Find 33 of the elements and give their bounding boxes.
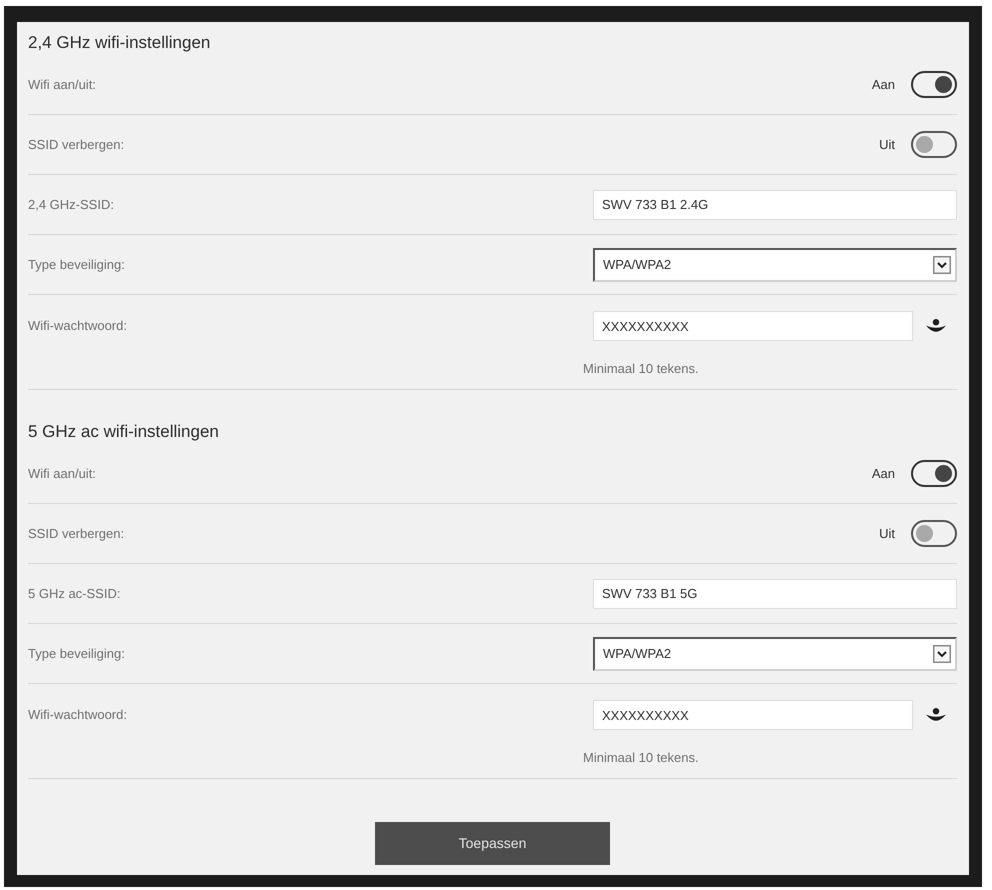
state-label: Uit bbox=[879, 524, 895, 543]
setting-label: Type beveiliging: bbox=[28, 644, 125, 663]
setting-label: SSID verbergen: bbox=[28, 136, 124, 154]
security-select[interactable]: WPA/WPA2 bbox=[593, 636, 957, 670]
state-label: Uit bbox=[879, 136, 895, 154]
hint-text: Minimaal 10 tekens. bbox=[583, 360, 700, 378]
toggle-switch[interactable] bbox=[911, 520, 957, 547]
setting-label: Wifi-wachtwoord: bbox=[28, 317, 127, 336]
state-label: Aan bbox=[872, 464, 895, 483]
hint-text: Minimaal 10 tekens. bbox=[583, 749, 700, 768]
toggle-switch[interactable] bbox=[911, 131, 957, 158]
toggle-switch[interactable] bbox=[911, 71, 957, 98]
setting-label: 5 GHz ac-SSID: bbox=[28, 584, 120, 603]
setting-label: Wifi-wachtwoord: bbox=[28, 706, 127, 724]
state-label: Aan bbox=[872, 76, 895, 94]
password-field[interactable]: XXXXXXXXXX bbox=[593, 700, 913, 730]
apply-button[interactable]: Toepassen bbox=[375, 822, 610, 865]
password-field[interactable]: XXXXXXXXXX bbox=[593, 311, 913, 341]
setting-label: Wifi aan/uit: bbox=[28, 76, 96, 94]
caret-icon bbox=[933, 644, 951, 662]
setting-label: Type beveiliging: bbox=[28, 256, 125, 274]
section-title: 5 GHz ac wifi-instellingen bbox=[28, 421, 220, 443]
setting-label: SSID verbergen: bbox=[28, 524, 124, 543]
section-title: 2,4 GHz wifi-instellingen bbox=[28, 32, 212, 54]
setting-label: Wifi aan/uit: bbox=[28, 464, 96, 483]
toggle-switch[interactable] bbox=[911, 460, 957, 487]
caret-icon bbox=[933, 256, 951, 274]
setting-label: 2,4 GHz-SSID: bbox=[28, 196, 114, 214]
eye-icon[interactable] bbox=[926, 708, 946, 722]
text-field[interactable]: SWV 733 B1 2.4G bbox=[593, 190, 957, 220]
eye-icon[interactable] bbox=[926, 319, 946, 333]
security-select[interactable]: WPA/WPA2 bbox=[593, 248, 957, 282]
text-field[interactable]: SWV 733 B1 5G bbox=[593, 578, 957, 608]
